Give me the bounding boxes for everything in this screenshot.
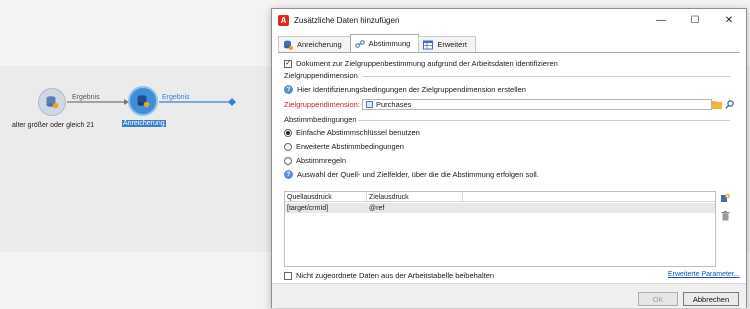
dialog-title: Zusätzliche Daten hinzufügen: [294, 15, 400, 25]
option-rules-label: Abstimmregeln: [296, 156, 347, 165]
targeting-group-title: Zielgruppendimension: [284, 71, 358, 80]
node-2-label: Anreicherung: [122, 120, 166, 127]
conditions-group-divider: [358, 120, 730, 121]
table-row[interactable]: [target/crmId] @ref: [285, 203, 715, 213]
tab-enrichment-label: Anreicherung: [297, 40, 342, 49]
radio-rules[interactable]: [284, 156, 292, 165]
grid-column-target[interactable]: Zielausdruck: [367, 192, 463, 202]
info-icon: ?: [284, 85, 293, 94]
dialog-footer: OK Abbrechen: [272, 283, 746, 308]
radio-simple-keys[interactable]: [284, 128, 292, 137]
close-button[interactable]: ✕: [712, 9, 746, 31]
targeting-info-text: Hier Identifizierungsbedingungen der Zie…: [297, 85, 526, 94]
tab-panel-border: [278, 52, 740, 53]
tab-reconciliation-label: Abstimmung: [368, 39, 411, 48]
edge-2-label: Ergebnis: [162, 94, 190, 101]
conditions-info-text: Auswahl der Quell- und Zielfelder, über …: [297, 170, 539, 179]
option-simple-keys[interactable]: Einfache Abstimmschlüssel benutzen: [284, 128, 420, 137]
advanced-parameters-link[interactable]: Erweiterte Parameter...: [668, 271, 740, 278]
cancel-button[interactable]: Abbrechen: [683, 292, 739, 306]
tab-advanced[interactable]: Erweitert: [418, 36, 476, 52]
table-icon: [423, 40, 434, 49]
option-simple-keys-label: Einfache Abstimmschlüssel benutzen: [296, 128, 420, 137]
add-row-icon[interactable]: [720, 193, 730, 203]
edge-2-end: [228, 98, 236, 106]
targeting-group-divider: [362, 76, 730, 77]
grid-cell-source[interactable]: [target/crmId]: [285, 203, 367, 213]
activity-node-age-filter[interactable]: [38, 88, 66, 116]
activity-node-enrichment[interactable]: [128, 86, 158, 116]
identify-checkbox[interactable]: ✓: [284, 59, 292, 68]
reconciliation-grid[interactable]: Quellausdruck Zielausdruck [target/crmId…: [284, 191, 716, 267]
grid-header: Quellausdruck Zielausdruck: [285, 192, 715, 202]
folder-icon[interactable]: [711, 99, 722, 110]
edge-1-label: Ergebnis: [72, 94, 100, 101]
option-rules[interactable]: Abstimmregeln: [284, 156, 346, 165]
targeting-field-label-row: Zielgruppendimension:: [284, 100, 360, 109]
option-advanced-conditions-label: Erweiterte Abstimmbedingungen: [296, 142, 404, 151]
keep-unassigned-label: Nicht zugeordnete Daten aus der Arbeitst…: [296, 271, 495, 280]
identify-row: ✓ Dokument zur Zielgruppenbestimmung auf…: [284, 59, 558, 68]
dialog-titlebar[interactable]: A Zusätzliche Daten hinzufügen — ☐ ✕: [272, 9, 746, 31]
database-icon: [46, 96, 59, 109]
keep-unassigned-checkbox[interactable]: [284, 271, 292, 280]
conditions-group-title: Abstimmbedingungen: [284, 115, 357, 124]
tab-bar: Anreicherung Abstimmung Erweitert: [278, 34, 476, 52]
targeting-dimension-field[interactable]: Purchases: [362, 99, 712, 110]
conditions-info-row: ? Auswahl der Quell- und Zielfelder, übe…: [284, 170, 539, 179]
targeting-info-row: ? Hier Identifizierungsbedingungen der Z…: [284, 85, 526, 94]
tab-advanced-label: Erweitert: [437, 40, 467, 49]
targeting-field-label: Zielgruppendimension:: [284, 100, 360, 109]
grid-column-source[interactable]: Quellausdruck: [285, 192, 367, 202]
info-icon: ?: [284, 170, 293, 179]
option-advanced-conditions[interactable]: Erweiterte Abstimmbedingungen: [284, 142, 404, 151]
grid-cell-target[interactable]: @ref: [367, 203, 463, 213]
search-icon[interactable]: [724, 99, 735, 110]
app-logo-icon: A: [278, 14, 289, 26]
radio-advanced-conditions[interactable]: [284, 142, 292, 151]
window-controls: — ☐ ✕: [644, 9, 746, 31]
keep-unassigned-row: Nicht zugeordnete Daten aus der Arbeitst…: [284, 271, 494, 280]
targeting-dimension-value: Purchases: [376, 100, 412, 109]
ok-button[interactable]: OK: [638, 292, 678, 306]
maximize-button[interactable]: ☐: [678, 9, 712, 31]
identify-checkbox-label: Dokument zur Zielgruppenbestimmung aufgr…: [296, 59, 558, 68]
delete-icon[interactable]: [720, 211, 730, 221]
schema-icon: [366, 101, 373, 108]
add-data-dialog: A Zusätzliche Daten hinzufügen — ☐ ✕ Anr…: [271, 8, 747, 308]
database-icon: [284, 40, 293, 50]
link-icon: [354, 39, 365, 48]
tab-enrichment[interactable]: Anreicherung: [278, 36, 351, 52]
database-icon: [137, 95, 150, 108]
node-1-label: alter größer oder gleich 21: [12, 122, 95, 129]
minimize-button[interactable]: —: [644, 9, 678, 31]
tab-reconciliation[interactable]: Abstimmung: [349, 34, 420, 52]
